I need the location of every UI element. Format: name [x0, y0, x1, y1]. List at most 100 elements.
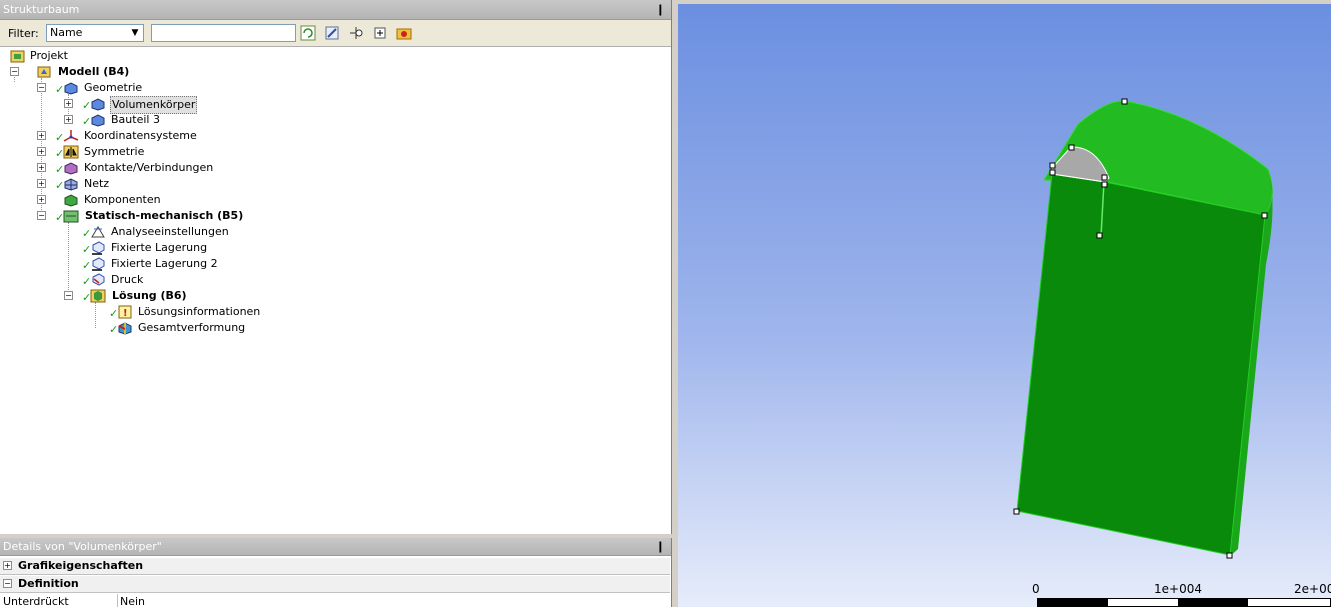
- info-icon: !: [117, 305, 133, 319]
- geometry-icon: [63, 81, 79, 95]
- model-view[interactable]: [678, 4, 1331, 607]
- collapse-icon[interactable]: −: [37, 211, 46, 220]
- expand-icon[interactable]: +: [3, 561, 12, 570]
- pin-icon[interactable]: ❙: [656, 538, 665, 556]
- filter-toolbar: Filter: Name ▼: [0, 20, 671, 47]
- expand-icon[interactable]: +: [37, 147, 46, 156]
- expand-all-icon[interactable]: [372, 25, 388, 41]
- svg-text:!: !: [123, 308, 128, 319]
- mesh-icon: [63, 177, 79, 191]
- solution-icon: [90, 289, 106, 303]
- tree-node-label: Symmetrie: [84, 145, 145, 158]
- project-icon: [10, 49, 26, 63]
- fixed-support-icon: [90, 257, 106, 271]
- symmetry-icon: [63, 145, 79, 159]
- tree-node-fixed-support-2[interactable]: ✓ Fixierte Lagerung 2: [0, 256, 300, 272]
- scale-label-1: 1e+004: [1154, 582, 1202, 596]
- tree-node-fixed-support[interactable]: ✓ Fixierte Lagerung: [0, 240, 300, 256]
- analysis-icon: [63, 209, 79, 223]
- details-title: Details von "Volumenkörper": [3, 540, 162, 553]
- details-title-bar: Details von "Volumenkörper" ❙: [0, 538, 671, 556]
- tree-node-part[interactable]: + ✓ Bauteil 3: [0, 112, 300, 128]
- tree-node-label: Netz: [84, 177, 110, 190]
- connections-icon: [63, 161, 79, 175]
- scale-label-2: 2e+00: [1294, 582, 1331, 596]
- tree-node-label: Lösung (B6): [112, 289, 187, 302]
- filter-label: Filter:: [8, 27, 39, 40]
- tree-node-connections[interactable]: + ✓ Kontakte/Verbindungen: [0, 160, 300, 176]
- tree-node-geometry[interactable]: − ✓ Geometrie: [0, 80, 300, 96]
- deformation-icon: [117, 321, 133, 335]
- tree-node-label: Lösungsinformationen: [138, 305, 261, 318]
- tree-node-model[interactable]: − Modell (B4): [0, 64, 300, 80]
- scale-label-0: 0: [1032, 582, 1040, 596]
- tree-node-label: Modell (B4): [58, 65, 130, 78]
- tree-node-label: Fixierte Lagerung 2: [111, 257, 218, 270]
- expand-icon[interactable]: +: [37, 131, 46, 140]
- filter-type-value: Name: [50, 26, 83, 39]
- solid-body-icon: [90, 97, 106, 111]
- outline-title: Strukturbaum: [3, 3, 80, 16]
- analysis-settings-icon: [90, 225, 106, 239]
- expand-icon[interactable]: +: [37, 163, 46, 172]
- details-group-graphics[interactable]: + Grafikeigenschaften: [0, 558, 670, 575]
- collapse-branches-icon[interactable]: [348, 25, 364, 41]
- expand-icon[interactable]: +: [64, 99, 73, 108]
- tree-node-label: Fixierte Lagerung: [111, 241, 208, 254]
- part-icon: [90, 113, 106, 127]
- scale-bar-track: [1037, 598, 1331, 607]
- tree-node-label: Bauteil 3: [111, 113, 160, 126]
- tree-node-solid-body[interactable]: + ✓ Volumenkörper: [0, 96, 300, 114]
- tree-node-pressure[interactable]: ✓ Druck: [0, 272, 300, 288]
- tree-node-total-deformation[interactable]: ✓ Gesamtverformung: [0, 320, 300, 336]
- tree-node-label: Komponenten: [84, 193, 161, 206]
- tree-node-label: Analyseeinstellungen: [111, 225, 229, 238]
- details-group-label: Grafikeigenschaften: [18, 559, 144, 572]
- outline-title-bar: Strukturbaum ❙: [0, 0, 671, 20]
- filter-search-input[interactable]: [151, 24, 296, 42]
- details-group-definition[interactable]: − Definition: [0, 576, 670, 593]
- details-panel: Details von "Volumenkörper" ❙ + Grafikei…: [0, 538, 672, 607]
- tree-node-label: Statisch-mechanisch (B5): [85, 209, 244, 222]
- tree-node-static-structural[interactable]: − ✓ Statisch-mechanisch (B5): [0, 208, 300, 224]
- model-icon: [36, 65, 52, 79]
- clear-filter-icon[interactable]: [324, 25, 340, 41]
- collapse-icon[interactable]: −: [37, 83, 46, 92]
- graphics-viewport[interactable]: 0 1e+004 2e+00: [678, 4, 1331, 607]
- collapse-icon[interactable]: −: [3, 579, 12, 588]
- tree-node-solution-information[interactable]: ✓ ! Lösungsinformationen: [0, 304, 300, 320]
- collapse-icon[interactable]: −: [10, 67, 19, 76]
- fixed-support-icon: [90, 241, 106, 255]
- filter-type-select[interactable]: Name ▼: [46, 24, 144, 42]
- tree-node-components[interactable]: + Komponenten: [0, 192, 300, 208]
- tree-node-label: Gesamtverformung: [138, 321, 246, 334]
- pin-icon[interactable]: ❙: [656, 0, 665, 20]
- outline-panel: Strukturbaum ❙ Filter: Name ▼ Projekt − …: [0, 0, 672, 534]
- folder-icon[interactable]: [396, 25, 412, 41]
- tree-node-label: Kontakte/Verbindungen: [84, 161, 214, 174]
- tree-node-mesh[interactable]: + ✓ Netz: [0, 176, 300, 192]
- chevron-down-icon[interactable]: ▼: [127, 25, 143, 41]
- outline-tree: Projekt − Modell (B4) − ✓ Geometrie + ✓ …: [0, 48, 671, 534]
- details-row-suppressed[interactable]: Unterdrückt Nein: [0, 594, 670, 607]
- details-key: Unterdrückt: [3, 595, 69, 607]
- expand-icon[interactable]: +: [37, 195, 46, 204]
- details-group-label: Definition: [18, 577, 79, 590]
- tree-node-solution[interactable]: − ✓ Lösung (B6): [0, 288, 300, 304]
- tree-node-label: Koordinatensysteme: [84, 129, 197, 142]
- tree-node-coordinate-systems[interactable]: + ✓ Koordinatensysteme: [0, 128, 300, 144]
- details-value[interactable]: Nein: [117, 594, 145, 607]
- expand-icon[interactable]: +: [64, 115, 73, 124]
- expand-icon[interactable]: +: [37, 179, 46, 188]
- refresh-filter-icon[interactable]: [300, 25, 316, 41]
- model-front-face: [1016, 173, 1266, 556]
- tree-node-symmetry[interactable]: + ✓ Symmetrie: [0, 144, 300, 160]
- pressure-icon: [90, 273, 106, 287]
- coordinate-axes-icon: [63, 129, 79, 143]
- collapse-icon[interactable]: −: [64, 291, 73, 300]
- tree-node-label: Geometrie: [84, 81, 143, 94]
- components-icon: [63, 193, 79, 207]
- tree-node-label: Projekt: [30, 49, 68, 62]
- tree-node-analysis-settings[interactable]: ✓ Analyseeinstellungen: [0, 224, 300, 240]
- tree-node-label: Druck: [111, 273, 144, 286]
